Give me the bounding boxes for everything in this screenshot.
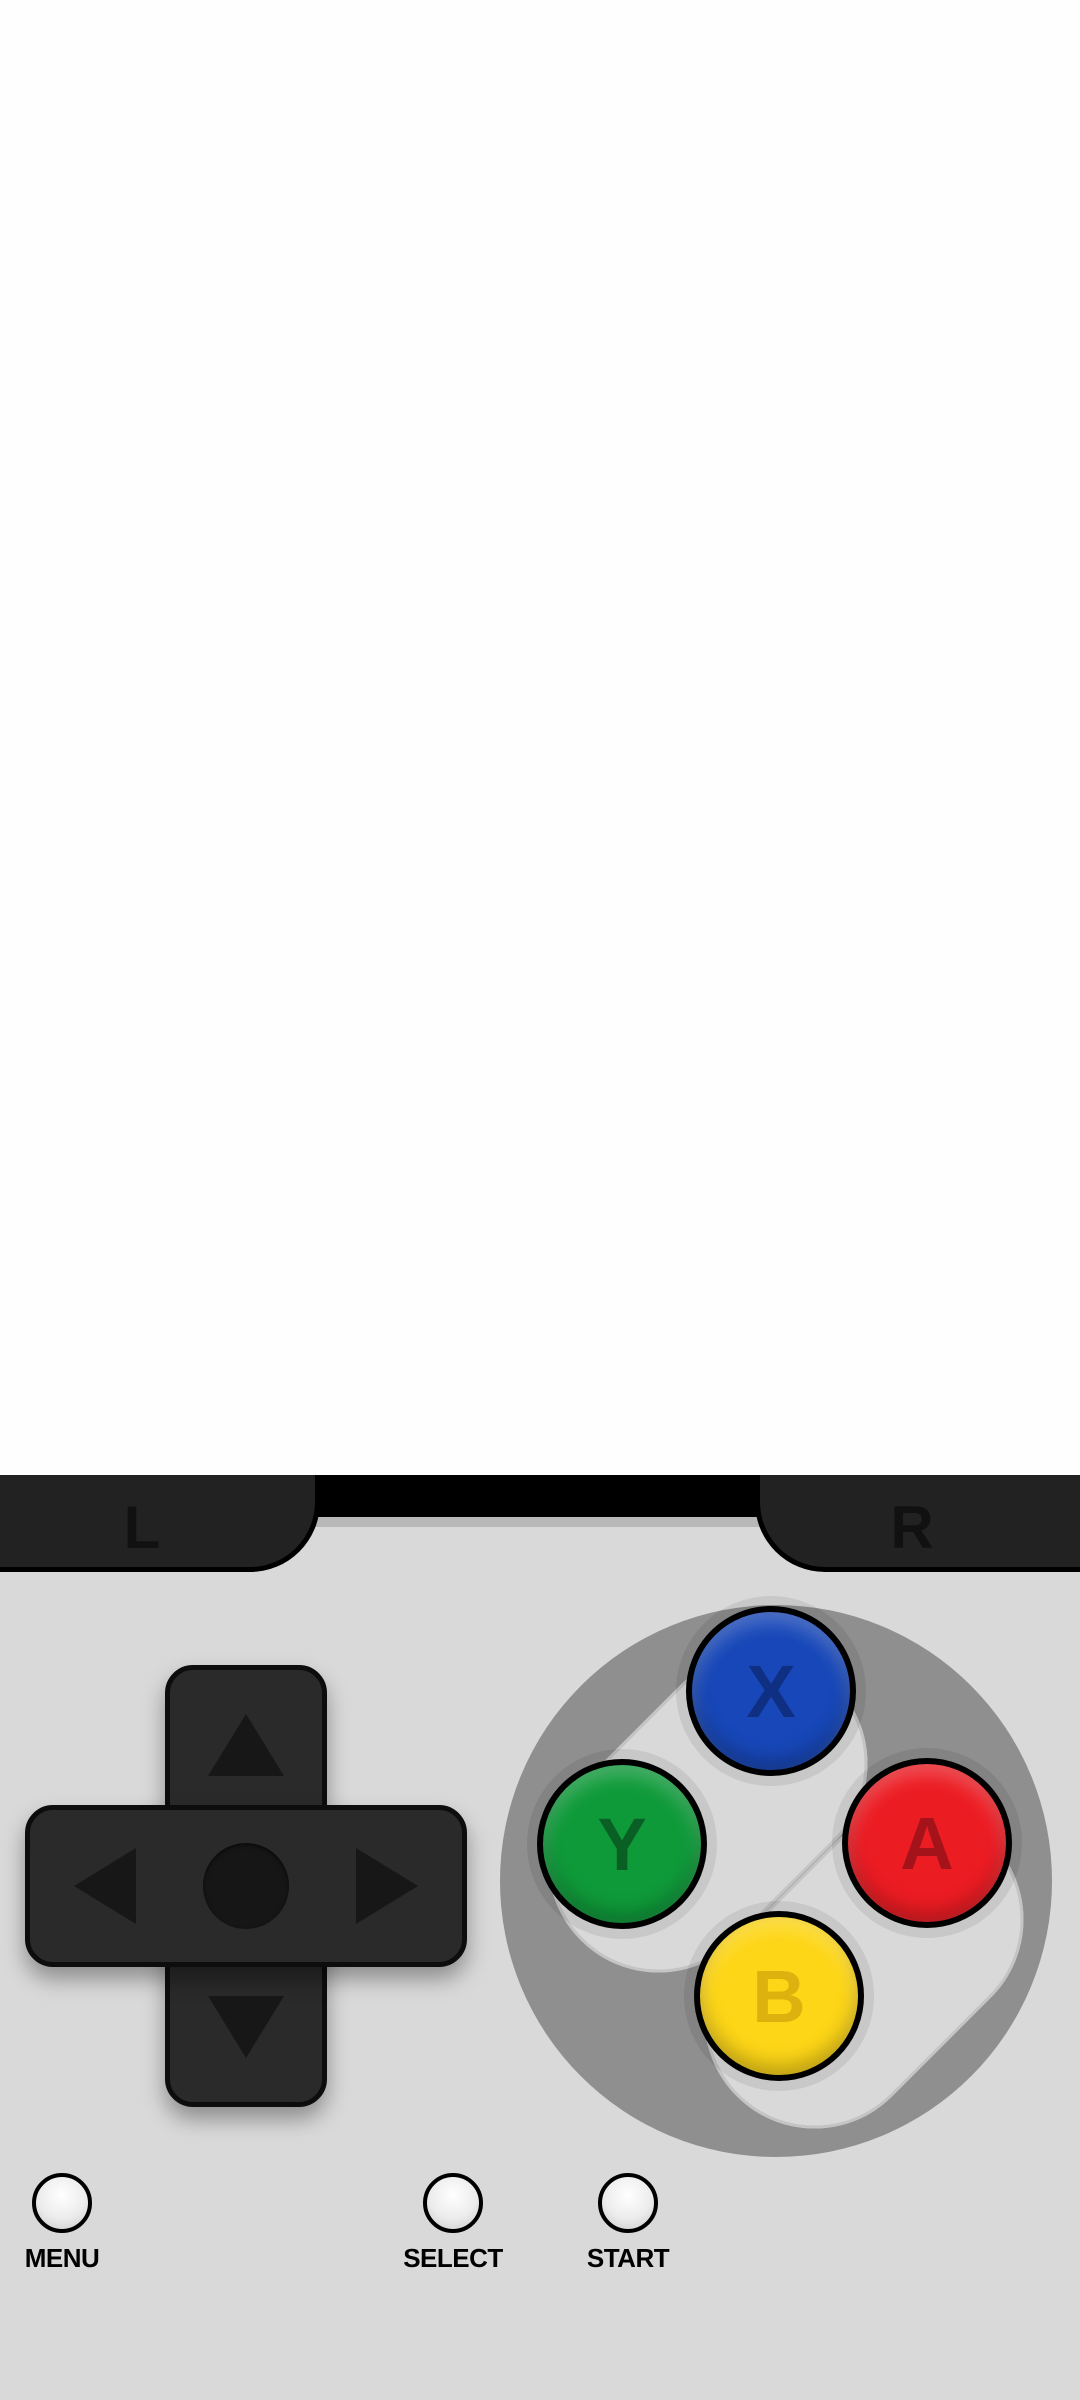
menu-label: MENU	[24, 2243, 100, 2273]
start-label: START	[586, 2243, 670, 2273]
select-button[interactable]	[423, 2173, 483, 2233]
triangle-right-icon	[356, 1848, 418, 1924]
dpad-right-button[interactable]	[352, 1836, 422, 1936]
y-button-label: Y	[597, 1802, 647, 1886]
triangle-left-icon	[74, 1848, 136, 1924]
r-shoulder-button[interactable]: R	[755, 1475, 1080, 1572]
x-button-label: X	[746, 1649, 796, 1733]
dpad-down-button[interactable]	[196, 1992, 296, 2062]
a-button-label: A	[900, 1801, 954, 1885]
face-buttons-cluster: X Y A B	[500, 1605, 1070, 2175]
b-button[interactable]: B	[694, 1911, 864, 2081]
controller-panel: L R X Y A B MENU SELECT START	[0, 1475, 1080, 2400]
dpad-left-button[interactable]	[70, 1836, 140, 1936]
start-button[interactable]	[598, 2173, 658, 2233]
y-button[interactable]: Y	[537, 1759, 707, 1929]
triangle-down-icon	[208, 1996, 284, 2058]
game-screen	[0, 0, 1080, 1475]
dpad-up-button[interactable]	[196, 1710, 296, 1780]
select-label: SELECT	[403, 2243, 503, 2273]
l-shoulder-button[interactable]: L	[0, 1475, 320, 1572]
dpad	[25, 1665, 467, 2107]
x-button[interactable]: X	[686, 1606, 856, 1776]
top-bar-shadow	[300, 1517, 780, 1527]
l-shoulder-label: L	[123, 1493, 162, 1561]
a-button[interactable]: A	[842, 1758, 1012, 1928]
triangle-up-icon	[208, 1714, 284, 1776]
b-button-label: B	[752, 1954, 806, 2038]
dpad-center-dot	[203, 1843, 289, 1929]
r-shoulder-label: R	[890, 1493, 935, 1561]
menu-button[interactable]	[32, 2173, 92, 2233]
